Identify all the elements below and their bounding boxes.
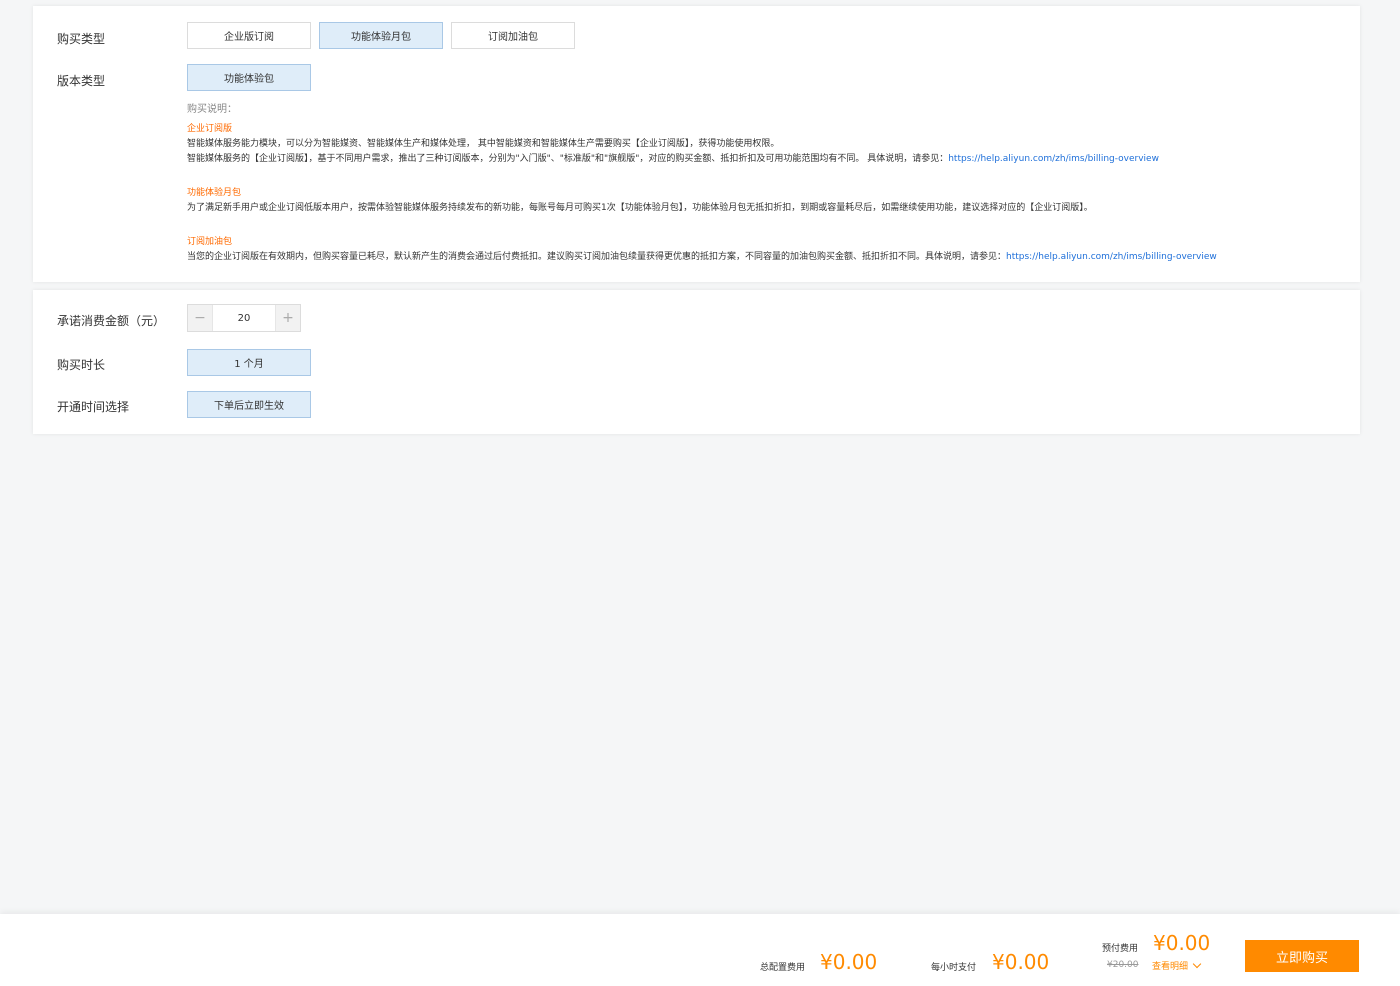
billing-overview-link[interactable]: https://help.aliyun.com/zh/ims/billing-o… — [948, 154, 1159, 164]
start-time-label: 开通时间选择 — [57, 400, 130, 414]
chevron-down-icon — [1192, 959, 1202, 969]
hourly-fee-value: ¥0.00 — [992, 950, 1050, 974]
option-feature-trial-monthly[interactable]: 功能体验月包 — [319, 22, 443, 49]
instruction-heading: 订阅加油包 — [187, 237, 233, 247]
view-details-link[interactable]: 查看明细 — [1152, 959, 1202, 972]
buy-now-button[interactable]: 立即购买 — [1245, 940, 1359, 972]
commit-amount-label: 承诺消费金额（元） — [57, 314, 166, 328]
instruction-line: 为了满足新手用户或企业订阅低版本用户，按需体验智能媒体服务持续发布的新功能，每账… — [187, 203, 1093, 213]
instruction-line: 智能媒体服务能力模块，可以分为智能媒资、智能媒体生产和媒体处理， 其中智能媒资和… — [187, 139, 780, 149]
instruction-heading: 企业订阅版 — [187, 124, 233, 134]
prepaid-fee-value: ¥0.00 — [1153, 931, 1211, 955]
instruction-block-addon: 订阅加油包 当您的企业订阅版在有效期内，但购买容量已耗尽，默认新产生的消费会通过… — [187, 235, 1217, 265]
instruction-line: 智能媒体服务的【企业订阅版】，基于不同用户需求，推出了三种订阅版本，分别为"入门… — [187, 154, 949, 164]
total-fee-value: ¥0.00 — [820, 950, 878, 974]
total-fee-label: 总配置费用 — [760, 963, 806, 973]
hourly-fee-label: 每小时支付 — [931, 963, 977, 973]
option-duration-1-month[interactable]: 1 个月 — [187, 349, 311, 376]
increment-button[interactable]: + — [276, 305, 300, 331]
instruction-heading: 功能体验月包 — [187, 188, 242, 198]
option-subscription-addon[interactable]: 订阅加油包 — [451, 22, 575, 49]
decrement-button[interactable]: − — [188, 305, 212, 331]
instructions-title: 购买说明： — [187, 104, 237, 115]
duration-label: 购买时长 — [57, 358, 106, 372]
prepaid-fee-label: 预付费用 — [1102, 944, 1139, 954]
amount-input[interactable]: 20 — [212, 305, 276, 331]
instruction-line: 当您的企业订阅版在有效期内，但购买容量已耗尽，默认新产生的消费会通过后付费抵扣。… — [187, 252, 1007, 262]
billing-overview-link[interactable]: https://help.aliyun.com/zh/ims/billing-o… — [1006, 252, 1217, 262]
checkout-footer: 总配置费用 ¥0.00 每小时支付 ¥0.00 预付费用 ¥0.00 ¥20.0… — [0, 914, 1400, 986]
amount-stepper: − 20 + — [187, 304, 301, 332]
view-details-label: 查看明细 — [1152, 962, 1189, 972]
original-price: ¥20.00 — [1107, 960, 1139, 970]
purchase-type-label: 购买类型 — [57, 32, 106, 46]
instruction-block-trial: 功能体验月包 为了满足新手用户或企业订阅低版本用户，按需体验智能媒体服务持续发布… — [187, 186, 1093, 216]
purchase-config-card: 购买类型 企业版订阅 功能体验月包 订阅加油包 版本类型 功能体验包 购买说明：… — [33, 6, 1360, 282]
instruction-block-enterprise: 企业订阅版 智能媒体服务能力模块，可以分为智能媒资、智能媒体生产和媒体处理， 其… — [187, 122, 1159, 167]
amount-config-card: 承诺消费金额（元） − 20 + 购买时长 1 个月 开通时间选择 下单后立即生… — [33, 290, 1360, 434]
option-feature-trial-package[interactable]: 功能体验包 — [187, 64, 311, 91]
option-start-immediately[interactable]: 下单后立即生效 — [187, 391, 311, 418]
option-enterprise-subscription[interactable]: 企业版订阅 — [187, 22, 311, 49]
edition-type-label: 版本类型 — [57, 74, 106, 88]
